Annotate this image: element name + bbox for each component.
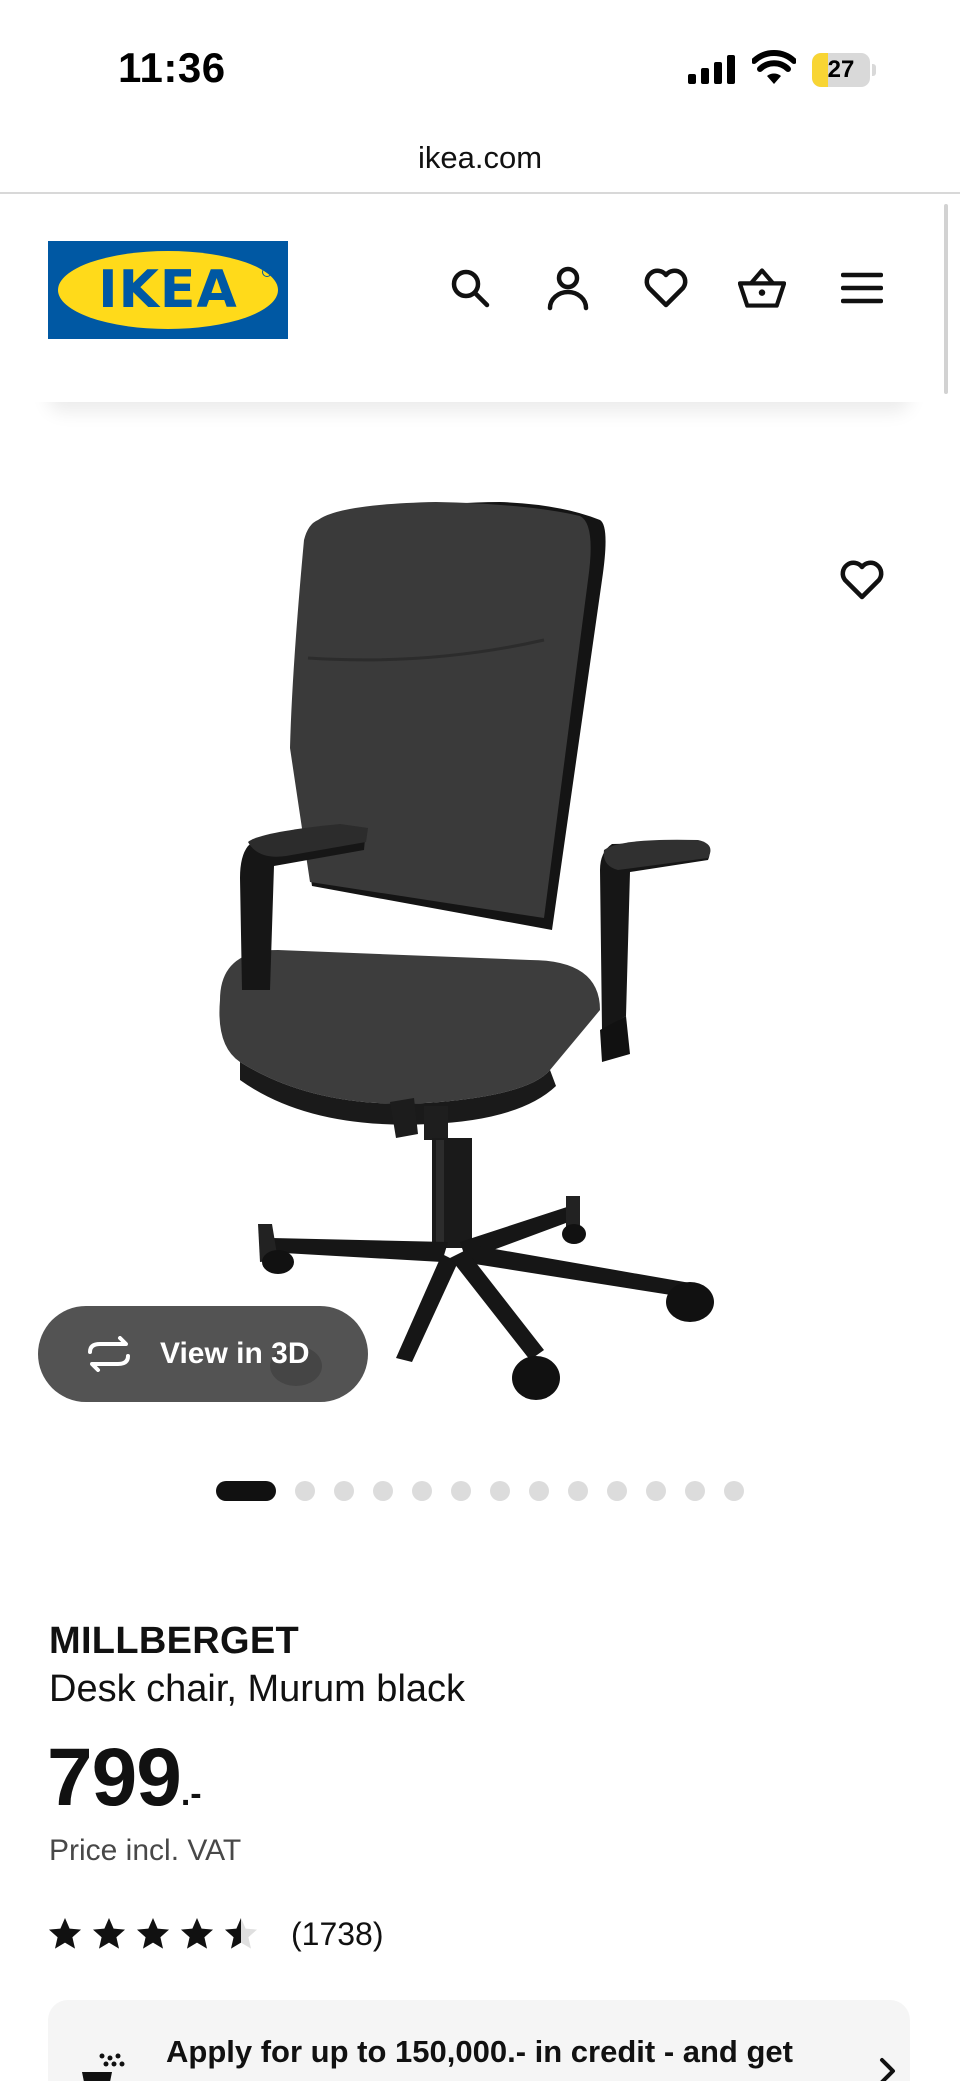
credit-card-icon [82,2053,125,2081]
scrollbar[interactable] [944,204,948,394]
search-icon[interactable] [446,264,494,312]
carousel-dot[interactable] [685,1481,705,1501]
carousel-dot[interactable] [373,1481,393,1501]
price-suffix: .- [180,1775,202,1813]
star-full-icon [137,1918,169,1949]
product-rating[interactable]: (1738) [47,1912,384,1956]
review-count: (1738) [291,1915,384,1952]
star-full-icon [93,1918,125,1949]
rotate-3d-icon [88,1336,130,1372]
star-full-icon [49,1918,81,1949]
carousel-dot[interactable] [451,1481,471,1501]
product-price: 799.- [47,1732,202,1840]
carousel-dot[interactable] [529,1481,549,1501]
ikea-logo[interactable]: IKEA [48,241,288,339]
product-wishlist-icon[interactable] [834,552,890,608]
heart-icon[interactable] [642,264,690,312]
price-value: 799 [47,1732,182,1823]
product-image[interactable] [200,490,760,1430]
carousel-dot[interactable] [490,1481,510,1501]
carousel-dot-active[interactable] [216,1481,276,1501]
credit-banner[interactable]: Apply for up to 150,000.- in credit - an… [48,2000,910,2081]
rating-stars [47,1916,267,1952]
basket-icon[interactable] [738,264,786,312]
carousel-dots [216,1480,763,1502]
registered-mark [262,267,272,277]
battery-level: 27 [827,56,855,83]
status-time: 11:36 [118,44,226,91]
product-description: Desk chair, Murum black [49,1668,466,1710]
menu-icon[interactable] [838,264,886,312]
carousel-dot[interactable] [607,1481,627,1501]
signal-icon [688,55,735,84]
chevron-right-icon [880,2058,895,2081]
url-text: ikea.com [417,140,543,175]
credit-banner-text: Apply for up to 150,000.- in credit - an… [166,2034,793,2069]
star-full-icon [181,1918,213,1949]
status-bar: 11:36 27 [0,0,960,120]
view-in-3d-button[interactable]: View in 3D [38,1306,368,1402]
view-in-3d-label: View in 3D [160,1337,310,1370]
price-vat-note: Price incl. VAT [49,1834,242,1867]
carousel-dot[interactable] [646,1481,666,1501]
account-icon[interactable] [544,264,592,312]
carousel-dot[interactable] [724,1481,744,1501]
wifi-icon [752,50,796,84]
carousel-dot[interactable] [295,1481,315,1501]
battery-icon: 27 [812,53,876,87]
carousel-dot[interactable] [334,1481,354,1501]
star-half-icon [225,1918,257,1949]
logo-text: IKEA [98,260,238,320]
product-name: MILLBERGET [49,1620,299,1662]
url-bar[interactable]: ikea.com [0,120,960,194]
carousel-dot[interactable] [412,1481,432,1501]
carousel-dot[interactable] [568,1481,588,1501]
